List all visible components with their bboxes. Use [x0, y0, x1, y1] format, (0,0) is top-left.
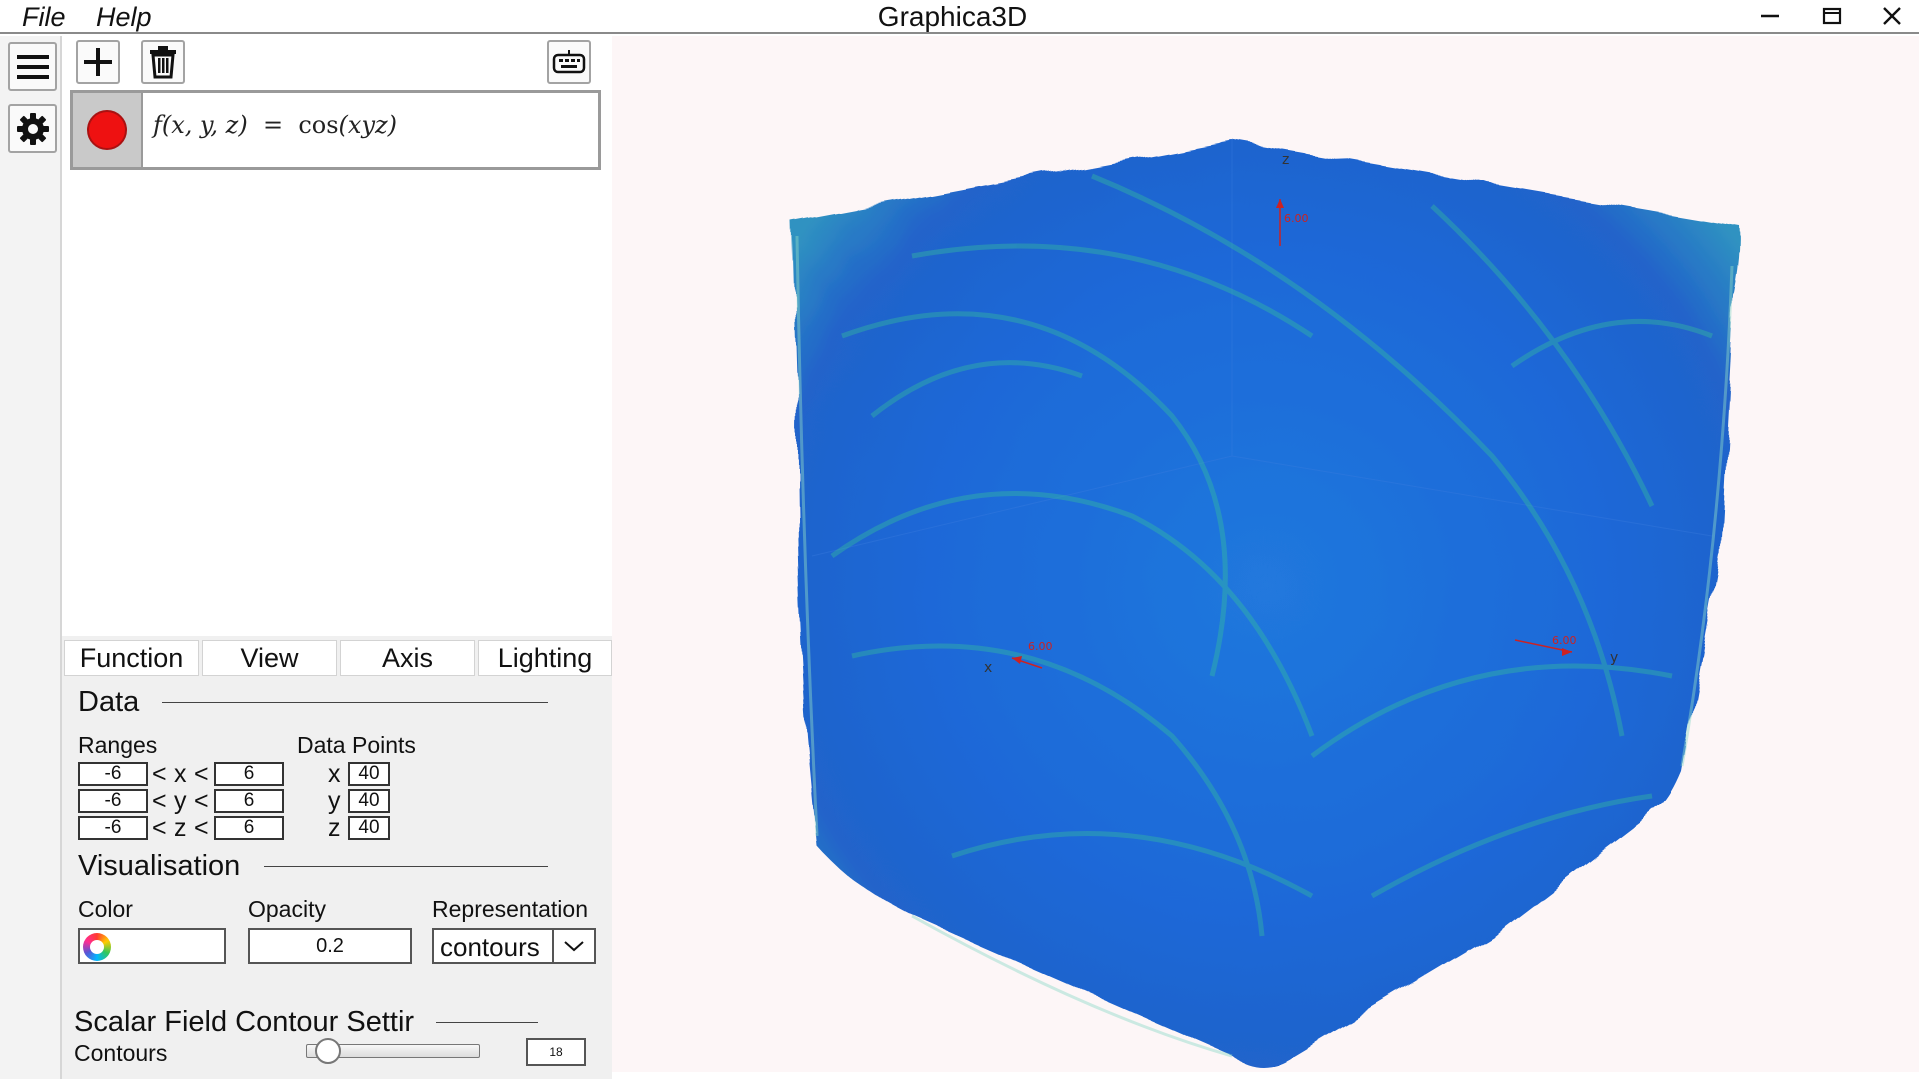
z-range-lt-2: < [194, 814, 209, 842]
keyboard-icon [552, 50, 586, 74]
contours-slider-thumb[interactable] [315, 1038, 341, 1064]
menu-help[interactable]: Help [96, 2, 152, 33]
function-expression[interactable]: f(x, y, z) = cos(xyz) [153, 111, 397, 139]
tab-view[interactable]: View [202, 640, 337, 676]
visualisation-section-divider [264, 866, 548, 867]
expr-rhs-function: cos [298, 111, 339, 139]
x-points-input[interactable]: 40 [348, 762, 390, 786]
contour-settings-title: Scalar Field Contour Settir [74, 1006, 415, 1038]
x-points-axis: x [328, 760, 341, 788]
y-range-lt-1: < [152, 787, 167, 815]
y-min-input[interactable]: -6 [78, 789, 148, 813]
tab-function[interactable]: Function [64, 640, 199, 676]
settings-panel: Function View Axis Lighting Data Ranges … [62, 636, 612, 1079]
expr-rhs-args: (xyz) [338, 111, 398, 139]
x-max-input[interactable]: 6 [214, 762, 284, 786]
y-range-lt-2: < [194, 787, 209, 815]
x-range-lt-1: < [152, 760, 167, 788]
data-section-divider [162, 702, 548, 703]
window-title: Graphica3D [877, 1, 1028, 32]
function-color-swatch[interactable] [73, 93, 143, 167]
axis-y-label: y [1610, 650, 1618, 666]
z-max-input[interactable]: 6 [214, 816, 284, 840]
data-points-label: Data Points [297, 732, 416, 758]
volume-render[interactable]: x 6.00 y 6.00 z 6.00 [612, 36, 1919, 1072]
menu-toggle-button[interactable] [8, 42, 57, 91]
plus-icon [84, 48, 112, 76]
expr-lhs-name: f [153, 111, 162, 139]
axis-z-label: z [1282, 152, 1289, 168]
add-function-button[interactable] [76, 40, 120, 84]
tab-axis[interactable]: Axis [340, 640, 475, 676]
representation-label: Representation [432, 896, 588, 922]
y-max-input[interactable]: 6 [214, 789, 284, 813]
data-section-title: Data [78, 686, 140, 718]
delete-function-button[interactable] [141, 40, 185, 84]
title-bar: File Help Graphica3D [0, 0, 1919, 34]
y-range-axis: y [174, 787, 187, 815]
axis-y-tick: 6.00 [1552, 634, 1577, 647]
expr-lhs-args: (x, y, z) [161, 111, 248, 139]
visualisation-section-title: Visualisation [78, 850, 241, 882]
minimize-button[interactable] [1742, 0, 1798, 32]
z-points-axis: z [328, 814, 341, 842]
contour-settings-divider [436, 1022, 538, 1023]
expr-equals: = [262, 111, 284, 139]
contours-slider[interactable] [306, 1036, 480, 1066]
color-picker[interactable] [78, 928, 226, 964]
keyboard-button[interactable] [547, 40, 591, 84]
x-range-axis: x [174, 760, 187, 788]
hamburger-menu-icon [16, 54, 49, 79]
representation-select[interactable]: contours [432, 928, 596, 964]
function-list-panel: f(x, y, z) = cos(xyz) [62, 36, 612, 636]
settings-tabs: Function View Axis Lighting [64, 640, 612, 676]
color-label: Color [78, 896, 133, 922]
axis-x-tick: 6.00 [1028, 640, 1053, 653]
opacity-input[interactable]: 0.2 [248, 928, 412, 964]
z-range-axis: z [174, 814, 187, 842]
z-range-lt-1: < [152, 814, 167, 842]
x-range-lt-2: < [194, 760, 209, 788]
axis-z-tick: 6.00 [1284, 212, 1309, 225]
maximize-icon [1822, 7, 1842, 25]
gear-icon [16, 112, 49, 145]
x-min-input[interactable]: -6 [78, 762, 148, 786]
contours-value-input[interactable]: 18 [526, 1038, 586, 1066]
function-color-dot [87, 110, 127, 150]
y-points-axis: y [328, 787, 341, 815]
tab-lighting[interactable]: Lighting [478, 640, 612, 676]
minimize-icon [1761, 14, 1779, 18]
trash-icon [150, 46, 176, 79]
opacity-label: Opacity [248, 896, 326, 922]
ranges-label: Ranges [78, 732, 158, 758]
chevron-down-icon [564, 941, 584, 952]
maximize-button[interactable] [1804, 0, 1860, 32]
function-entry[interactable]: f(x, y, z) = cos(xyz) [70, 90, 601, 170]
axis-x-label: x [984, 660, 992, 676]
z-min-input[interactable]: -6 [78, 816, 148, 840]
contours-label: Contours [74, 1040, 168, 1066]
menu-file[interactable]: File [22, 2, 66, 33]
close-icon [1883, 7, 1901, 25]
left-toolbar [0, 36, 62, 1079]
3d-viewport[interactable]: x 6.00 y 6.00 z 6.00 [612, 36, 1919, 1072]
representation-value: contours [440, 932, 540, 962]
representation-dropdown-button[interactable] [552, 930, 594, 962]
color-wheel-icon [83, 933, 111, 961]
settings-button[interactable] [8, 104, 57, 153]
close-button[interactable] [1864, 0, 1919, 32]
z-points-input[interactable]: 40 [348, 816, 390, 840]
y-points-input[interactable]: 40 [348, 789, 390, 813]
